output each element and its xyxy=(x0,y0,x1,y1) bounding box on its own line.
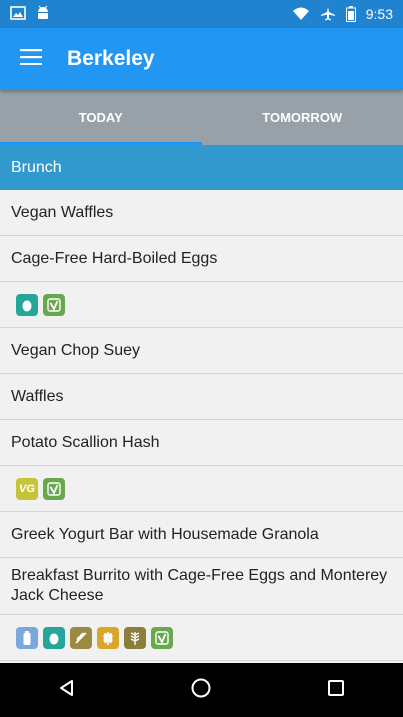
vegetarian-icon xyxy=(151,626,173,649)
grain-icon xyxy=(124,626,146,649)
section-header-brunch: Brunch xyxy=(0,145,403,190)
list-item[interactable]: Vegan Chop Suey xyxy=(0,328,403,374)
list-item[interactable]: Vegan Waffles xyxy=(0,190,403,236)
status-bar: 9:53 xyxy=(0,0,403,28)
dietary-icons-row xyxy=(0,282,403,328)
home-button[interactable] xyxy=(171,663,231,717)
gluten-icon xyxy=(97,626,119,649)
egg-icon xyxy=(43,626,65,649)
clock-time: 9:53 xyxy=(365,6,393,22)
tab-bar: TODAY TOMORROW xyxy=(0,90,403,145)
system-nav-bar xyxy=(0,663,403,717)
recents-button[interactable] xyxy=(306,663,366,717)
list-item[interactable]: Potato Scallion Hash xyxy=(0,420,403,466)
image-icon xyxy=(10,5,26,23)
recents-icon xyxy=(327,679,345,702)
battery-icon xyxy=(345,6,356,22)
menu-button[interactable] xyxy=(0,28,62,90)
list-item[interactable]: Waffles xyxy=(0,374,403,420)
list-item[interactable]: Greek Yogurt Bar with Housemade Granola xyxy=(0,512,403,558)
airplane-icon xyxy=(320,6,336,22)
android-icon xyxy=(36,5,50,24)
wifi-icon xyxy=(292,7,310,21)
vegan-icon: VG xyxy=(16,477,38,500)
back-button[interactable] xyxy=(37,663,97,717)
vegetarian-icon xyxy=(43,477,65,500)
wheat-icon xyxy=(70,626,92,649)
app-bar: Berkeley xyxy=(0,28,403,90)
list-item[interactable]: Breakfast Burrito with Cage-Free Eggs an… xyxy=(0,558,403,615)
dietary-icons-row: VG xyxy=(0,466,403,512)
tab-today[interactable]: TODAY xyxy=(0,90,202,145)
list-item[interactable]: Cage-Free Hard-Boiled Eggs xyxy=(0,236,403,282)
milk-icon xyxy=(16,626,38,649)
dietary-icons-row xyxy=(0,615,403,661)
back-icon xyxy=(57,678,77,703)
vegetarian-icon xyxy=(43,293,65,316)
vegan-icon-label: VG xyxy=(19,482,35,495)
home-icon xyxy=(190,677,212,704)
egg-icon xyxy=(16,293,38,316)
menu-list: Brunch Vegan Waffles Cage-Free Hard-Boil… xyxy=(0,145,403,661)
page-title: Berkeley xyxy=(67,47,155,70)
menu-icon xyxy=(20,48,42,70)
tab-tomorrow[interactable]: TOMORROW xyxy=(202,90,403,145)
